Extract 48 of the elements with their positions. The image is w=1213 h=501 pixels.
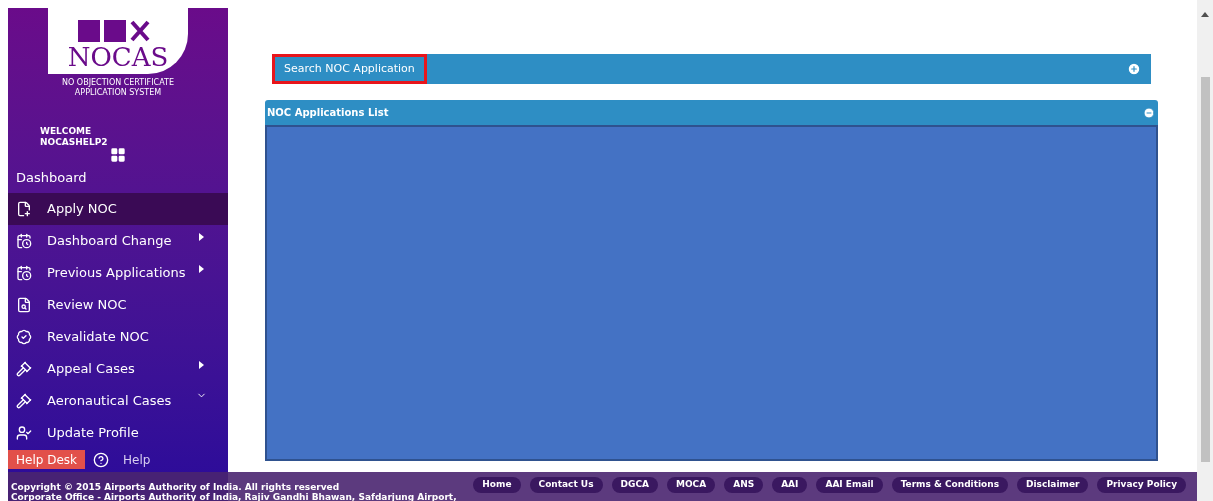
scrollbar-thumb[interactable] — [1200, 77, 1210, 462]
footer-link[interactable]: MOCA — [667, 477, 716, 493]
help-link[interactable]: Help — [123, 450, 151, 469]
gavel-icon — [16, 361, 32, 377]
dashboard-label: Dashboard — [16, 169, 87, 188]
footer-link[interactable]: ANS — [724, 477, 764, 493]
sidebar-item[interactable]: Update Profile — [8, 417, 228, 449]
expand-icon[interactable] — [1127, 62, 1141, 76]
file-plus-icon — [16, 201, 32, 217]
document-search-icon — [16, 297, 32, 313]
footer-link[interactable]: AAI Email — [816, 477, 883, 493]
welcome-text: WELCOME — [40, 126, 93, 137]
calendar-icon — [16, 265, 32, 281]
grid-icon — [110, 147, 126, 163]
sidebar-item[interactable]: Review NOC — [8, 289, 228, 321]
panel-title: NOC Applications List — [267, 106, 389, 120]
sidebar-item[interactable]: Revalidate NOC — [8, 321, 228, 353]
footer-link[interactable]: Terms & Conditions — [891, 477, 1009, 493]
scroll-up-arrow-icon[interactable] — [1201, 12, 1209, 17]
username: NOCASHELP2 — [40, 137, 109, 148]
footer-link[interactable]: Disclaimer — [1017, 477, 1089, 493]
caret-right-icon — [199, 233, 204, 241]
sidebar-item[interactable]: Apply NOC — [8, 193, 228, 225]
search-panel-header[interactable]: Search NOC Application — [272, 54, 1151, 84]
logo-subtitle: NO OBJECTION CERTIFICATE APPLICATION SYSTEM — [61, 78, 175, 98]
user-check-icon — [16, 425, 32, 441]
help-icon — [93, 451, 109, 468]
footer-link[interactable]: Home — [473, 477, 521, 493]
sidebar-item[interactable]: Previous Applications — [8, 257, 228, 289]
sidebar-item[interactable]: Appeal Cases — [8, 353, 228, 385]
copyright-text: Copyright © 2015 Airports Authority of India. All rights reserved — [11, 481, 341, 492]
sidebar-item[interactable]: Dashboard Change — [8, 225, 228, 257]
badge-check-icon — [16, 329, 32, 345]
calendar-icon — [16, 233, 32, 249]
help-desk-button[interactable]: Help Desk — [8, 450, 85, 469]
caret-right-icon — [199, 361, 204, 369]
caret-right-icon — [199, 265, 204, 273]
address-text: Corporate Office - Airports Authority of India, Rajiv Gandhi Bhawan, Safdarjung Airport, — [11, 491, 457, 501]
footer-link[interactable]: Privacy Policy — [1097, 477, 1186, 493]
footer-link[interactable]: Contact Us — [529, 477, 603, 493]
footer-link[interactable]: AAI — [772, 477, 808, 493]
footer-link[interactable]: DGCA — [611, 477, 658, 493]
list-panel-header[interactable]: NOC Applications List — [265, 100, 1158, 125]
sidebar-item[interactable]: Aeronautical Cases — [8, 385, 228, 417]
collapse-icon[interactable] — [1143, 106, 1155, 119]
panel-title: Search NOC Application — [272, 54, 427, 84]
logo-text: NOCAS — [67, 44, 169, 70]
gavel-icon — [16, 393, 32, 409]
